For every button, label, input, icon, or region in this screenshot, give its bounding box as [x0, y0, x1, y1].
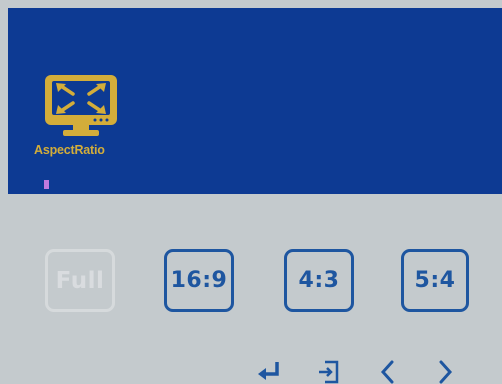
osd-screen: AspectRatio Full 16:9 4:3 5:4 — [0, 0, 502, 384]
aspect-ratio-label: AspectRatio — [34, 143, 105, 157]
option-5-4-button[interactable]: 5:4 — [401, 249, 469, 312]
option-full-button[interactable]: Full — [45, 249, 115, 312]
enter-icon[interactable] — [255, 356, 285, 384]
exit-icon[interactable] — [313, 356, 343, 384]
chevron-right-icon[interactable] — [430, 356, 460, 384]
selection-indicator — [44, 180, 49, 189]
aspect-ratio-icon[interactable] — [43, 73, 119, 139]
option-16-9-button[interactable]: 16:9 — [164, 249, 234, 312]
chevron-left-icon[interactable] — [373, 356, 403, 384]
option-4-3-button[interactable]: 4:3 — [284, 249, 354, 312]
